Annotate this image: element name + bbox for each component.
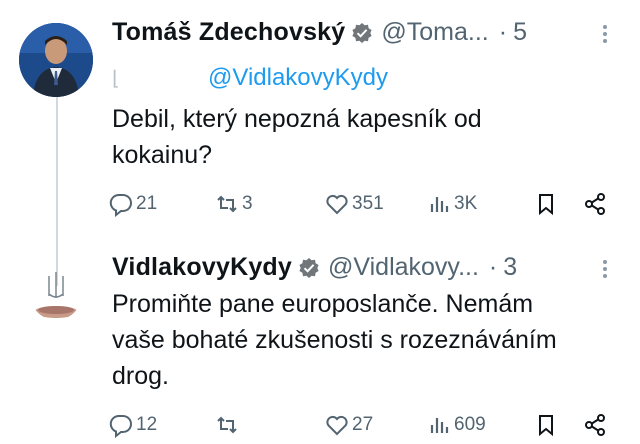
author-name[interactable]: Tomáš Zdechovský bbox=[112, 18, 345, 47]
verified-badge-icon bbox=[299, 257, 319, 278]
bookmark-icon bbox=[539, 194, 553, 216]
timestamp[interactable]: 5 bbox=[513, 18, 527, 47]
like-button[interactable]: 27 bbox=[324, 412, 373, 438]
repost-button[interactable] bbox=[214, 412, 242, 438]
views-count: 3K bbox=[454, 193, 478, 214]
tweet-1-header: Tomáš Zdechovský @Toma... · 5 bbox=[112, 18, 527, 47]
like-button[interactable]: 351 bbox=[324, 191, 384, 217]
share-button[interactable] bbox=[582, 412, 608, 438]
reply-to-handle[interactable]: @VidlakovyKydy bbox=[208, 64, 388, 92]
like-icon bbox=[326, 415, 348, 436]
repost-icon bbox=[217, 195, 237, 213]
bookmark-button[interactable] bbox=[533, 412, 559, 438]
reply-prefix-blurred: ⌊ bbox=[112, 67, 120, 90]
like-count: 27 bbox=[352, 414, 374, 435]
repost-button[interactable]: 3 bbox=[214, 191, 253, 217]
author-name[interactable]: VidlakovyKydy bbox=[112, 253, 292, 282]
reply-icon bbox=[109, 414, 132, 438]
timestamp[interactable]: 3 bbox=[503, 253, 517, 282]
views-icon bbox=[430, 418, 449, 433]
reply-count: 21 bbox=[136, 193, 158, 214]
thread-connector-line bbox=[56, 96, 58, 286]
separator-dot: · bbox=[488, 253, 498, 281]
share-icon bbox=[585, 193, 605, 215]
verified-badge-icon bbox=[352, 22, 372, 43]
views-count: 609 bbox=[454, 414, 486, 435]
separator-dot: · bbox=[498, 18, 508, 46]
like-count: 351 bbox=[352, 193, 384, 214]
bookmark-icon bbox=[539, 415, 553, 437]
tweet-1-actions: 21 3 351 3K bbox=[108, 191, 618, 221]
tweet-2-actions: 12 27 609 bbox=[108, 412, 618, 442]
tweet-text: Debil, který nepozná kapesník od kokainu… bbox=[112, 105, 482, 169]
reply-icon bbox=[109, 193, 132, 217]
tweet-2-header: VidlakovyKydy @Vidlakovy... · 3 bbox=[112, 253, 517, 282]
avatar[interactable] bbox=[30, 268, 82, 320]
views-button[interactable]: 609 bbox=[426, 412, 486, 438]
more-icon[interactable] bbox=[595, 22, 615, 46]
views-button[interactable]: 3K bbox=[426, 191, 477, 217]
repost-count: 3 bbox=[242, 193, 253, 214]
share-button[interactable] bbox=[582, 191, 608, 217]
repost-icon bbox=[217, 416, 237, 434]
reply-to-line: ⌊ @VidlakovyKydy bbox=[112, 64, 388, 92]
avatar[interactable] bbox=[19, 23, 93, 97]
tweet-text: Promiňte pane europoslanče. Nemám vaše b… bbox=[112, 290, 557, 390]
more-icon[interactable] bbox=[595, 257, 615, 281]
author-handle[interactable]: @Vidlakovy... bbox=[328, 253, 479, 282]
reply-button[interactable]: 21 bbox=[108, 191, 157, 217]
like-icon bbox=[326, 194, 348, 215]
views-icon bbox=[430, 197, 449, 212]
share-icon bbox=[585, 414, 605, 436]
author-handle[interactable]: @Toma... bbox=[381, 18, 488, 47]
reply-button[interactable]: 12 bbox=[108, 412, 157, 438]
bookmark-button[interactable] bbox=[533, 191, 559, 217]
reply-count: 12 bbox=[136, 414, 158, 435]
